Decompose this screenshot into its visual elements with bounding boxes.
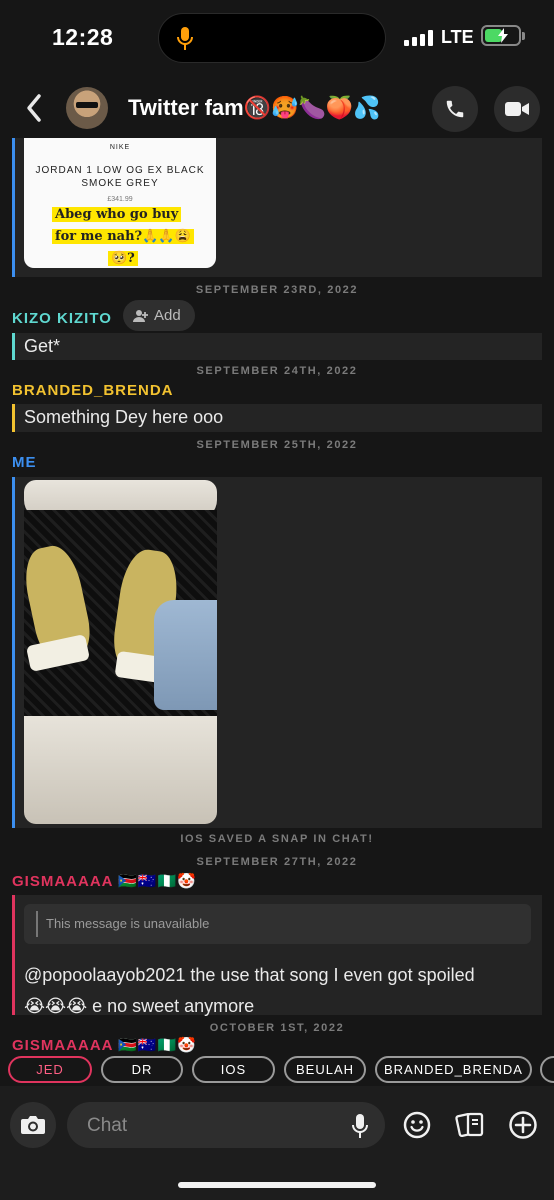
home-indicator[interactable] [178, 1182, 376, 1188]
input-bar: Chat [0, 1086, 554, 1200]
signal-icon [404, 30, 433, 46]
plus-button[interactable] [508, 1110, 538, 1145]
phone-icon [446, 100, 464, 118]
video-call-button[interactable] [494, 86, 540, 132]
snap-brand: NIKE [109, 144, 131, 151]
date-separator: SEPTEMBER 27TH, 2022 [196, 856, 358, 868]
sender-name[interactable]: GISMAAAAA 🇸🇸🇦🇺🇳🇬🤡 [12, 872, 197, 890]
stickers-button[interactable] [455, 1111, 485, 1144]
snap-product-name: JORDAN 1 LOW OG EX BLACK SMOKE GREY [35, 165, 205, 189]
add-person-icon [133, 309, 148, 322]
date-separator: SEPTEMBER 23RD, 2022 [195, 284, 359, 296]
video-camera-icon [505, 102, 529, 116]
sender-name[interactable]: KIZO KIZITO [12, 310, 112, 327]
chat-input-placeholder: Chat [87, 1115, 128, 1136]
date-separator: SEPTEMBER 25TH, 2022 [196, 439, 358, 451]
network-type: LTE [441, 27, 474, 47]
chat-message[interactable]: Something Dey here ooo [12, 404, 542, 432]
microphone-icon[interactable] [351, 1113, 369, 1139]
mention-chip[interactable]: IOS [192, 1056, 275, 1083]
quoted-text: This message is unavailable [46, 916, 210, 931]
add-label: Add [154, 307, 181, 324]
group-avatar[interactable] [66, 87, 108, 129]
sender-name[interactable]: GISMAAAAA 🇸🇸🇦🇺🇳🇬🤡 [12, 1036, 197, 1054]
quoted-reply[interactable]: This message is unavailable [24, 904, 531, 944]
chat-input[interactable]: Chat [67, 1102, 385, 1148]
cards-icon [455, 1112, 484, 1138]
mention-chip[interactable]: BEULAH [284, 1056, 366, 1083]
camera-icon [21, 1116, 45, 1134]
snap-thumbnail[interactable]: NIKE JORDAN 1 LOW OG EX BLACK SMOKE GREY… [24, 138, 216, 268]
date-separator: OCTOBER 1ST, 2022 [209, 1022, 345, 1034]
add-friend-button[interactable]: Add [123, 300, 195, 331]
chat-title[interactable]: Twitter fam🔞🥵🍆🍑💦 [128, 95, 381, 121]
chat-header: Twitter fam🔞🥵🍆🍑💦 [0, 78, 554, 138]
camera-button[interactable] [10, 1102, 56, 1148]
smiley-icon [403, 1111, 431, 1139]
status-bar: 12:28 LTE [0, 0, 554, 78]
mention-chip[interactable]: JED [8, 1056, 92, 1083]
mention-chip[interactable]: BRANDED_BRENDA [375, 1056, 532, 1083]
message-text: @popoolaayob2021 the use that song I eve… [24, 965, 475, 1016]
mention-chip-overflow[interactable] [540, 1056, 554, 1083]
message-list[interactable]: NIKE JORDAN 1 LOW OG EX BLACK SMOKE GREY… [0, 138, 554, 1056]
plus-circle-icon [509, 1111, 537, 1139]
dynamic-island [158, 13, 386, 63]
sender-name[interactable]: ME [12, 454, 37, 471]
message-text: Get* [24, 336, 61, 356]
date-separator: SEPTEMBER 24TH, 2022 [196, 365, 358, 377]
snap-caption: Abeg who go buy for me nah?🙏🙏😩 🥺? [52, 204, 212, 268]
mention-chip[interactable]: DR [101, 1056, 183, 1083]
mention-suggestions: JED DR IOS BEULAH BRANDED_BRENDA [0, 1056, 554, 1086]
clock: 12:28 [52, 24, 114, 50]
back-chevron-icon[interactable] [24, 92, 44, 124]
snap-photo[interactable] [24, 480, 217, 824]
battery-icon [481, 25, 525, 46]
sender-name[interactable]: BRANDED_BRENDA [12, 382, 174, 399]
emoji-button[interactable] [403, 1111, 431, 1144]
saved-notice: IOS SAVED A SNAP IN CHAT! [180, 833, 374, 845]
snap-price: £341.99 [107, 196, 133, 203]
chat-message[interactable]: Get* [12, 333, 542, 360]
call-button[interactable] [432, 86, 478, 132]
microphone-indicator-icon [177, 27, 193, 50]
message-text: Something Dey here ooo [24, 407, 224, 427]
